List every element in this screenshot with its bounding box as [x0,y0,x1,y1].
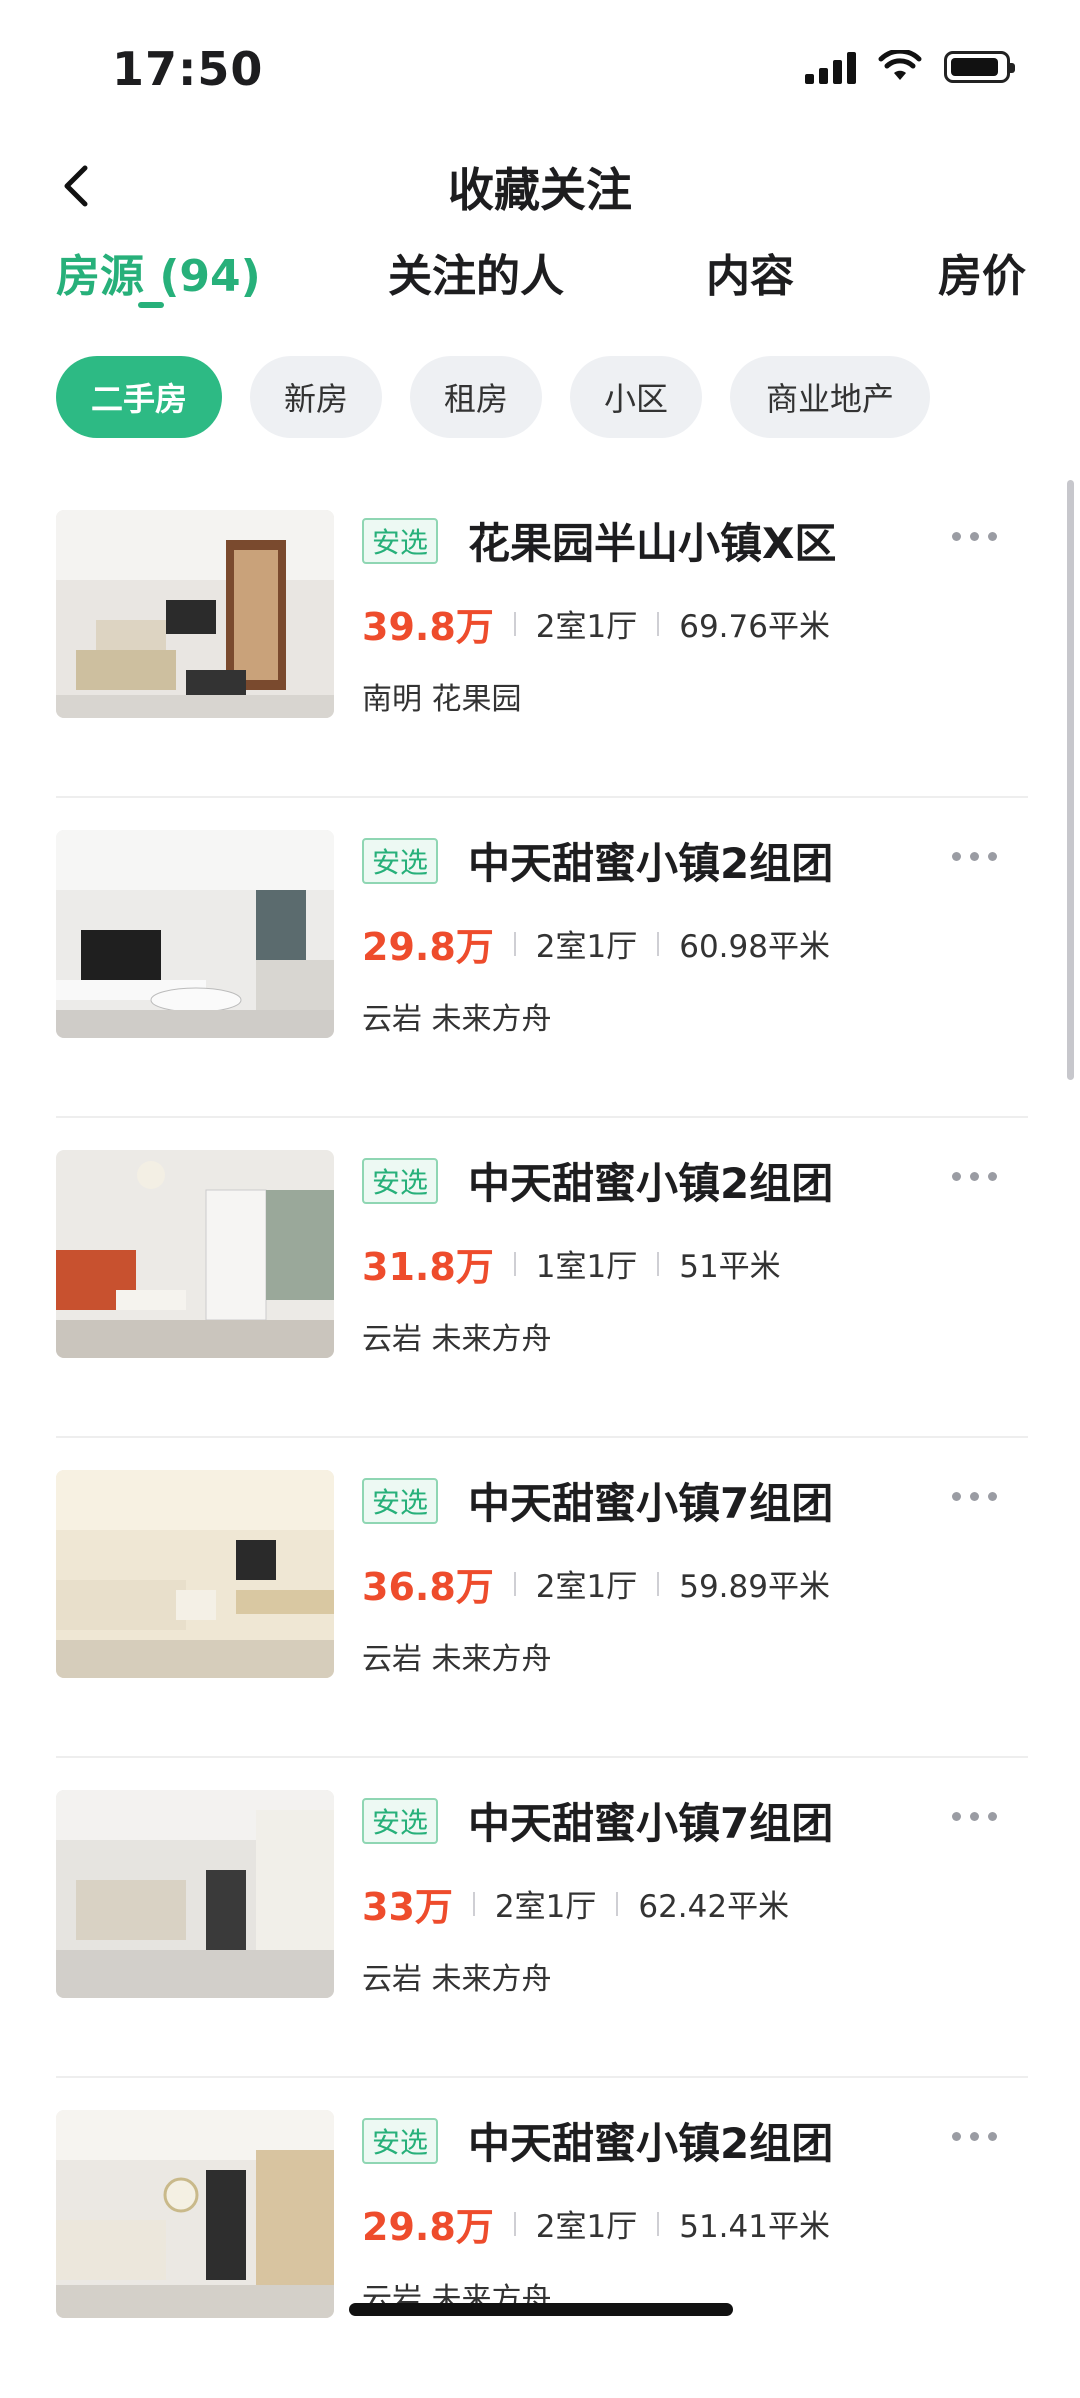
listing-layout: 2室1厅 [535,609,638,645]
nav-bar: 收藏关注 [0,140,1080,230]
divider [513,1251,516,1276]
listing-area: 69.76平米 [679,609,830,645]
listing-layout: 2室1厅 [535,929,638,965]
more-icon[interactable] [952,1486,1006,1506]
more-icon[interactable] [952,846,1006,866]
listing-location: 云岩 未来方舟 [362,1322,552,1357]
listing-list: 安选 花果园半山小镇Ⅹ区 39.8万 2室1厅 69.76平米 南明 花果园 安… [56,478,1028,2398]
listing-photo [56,510,334,718]
listing-item[interactable]: 安选 中天甜蜜小镇7组团 33万 2室1厅 62.42平米 云岩 未来方舟 [56,1758,1028,2078]
listing-price: 39.8万 [362,605,494,649]
verified-badge: 安选 [362,518,439,564]
status-time: 17:50 [112,42,264,96]
listing-title: 中天甜蜜小镇7组团 [468,1799,834,1848]
listing-photo [56,830,334,1038]
tab-house-price[interactable]: 房价 [938,240,1026,304]
verified-badge: 安选 [362,1478,439,1524]
tab-following-people[interactable]: 关注的人 [388,240,564,304]
listing-price: 31.8万 [362,1245,494,1289]
listing-layout: 2室1厅 [535,2209,638,2245]
divider [513,611,516,636]
listing-price: 33万 [362,1885,453,1929]
listing-title: 中天甜蜜小镇2组团 [468,839,834,888]
listing-price: 29.8万 [362,2205,494,2249]
listing-location: 南明 花果园 [362,682,522,717]
divider [513,931,516,956]
listing-area: 60.98平米 [679,929,830,965]
wifi-icon [878,50,922,80]
divider [472,1891,475,1916]
tab-indicator [138,302,164,308]
page-title: 收藏关注 [448,163,632,217]
divider [616,1891,619,1916]
listing-item[interactable]: 安选 花果园半山小镇Ⅹ区 39.8万 2室1厅 69.76平米 南明 花果园 [56,478,1028,798]
listing-area: 59.89平米 [679,1569,830,1605]
chip-new-homes[interactable]: 新房 [250,356,382,438]
divider [657,2211,660,2236]
more-icon[interactable] [952,1166,1006,1186]
listing-photo [56,1470,334,1678]
divider [513,1571,516,1596]
listing-item[interactable]: 安选 中天甜蜜小镇7组团 36.8万 2室1厅 59.89平米 云岩 未来方舟 [56,1438,1028,1758]
filter-chips: 二手房 新房 租房 小区 商业地产 [56,356,930,438]
home-indicator[interactable] [349,2303,733,2316]
listing-price: 29.8万 [362,925,494,969]
listing-title: 中天甜蜜小镇7组团 [468,1479,834,1528]
signal-icon [805,50,856,84]
status-icons [805,50,1015,84]
scrollbar[interactable] [1067,480,1074,1080]
chip-communities[interactable]: 小区 [570,356,702,438]
tab-listings[interactable]: 房源 (94) [56,240,261,304]
verified-badge: 安选 [362,1798,439,1844]
divider [657,611,660,636]
chip-second-hand[interactable]: 二手房 [56,356,222,438]
divider [513,2211,516,2236]
listing-meta: 29.8万 2室1厅 51.41平米 [362,2196,830,2251]
listing-layout: 2室1厅 [535,1569,638,1605]
listing-meta: 29.8万 2室1厅 60.98平米 [362,916,830,971]
verified-badge: 安选 [362,1158,439,1204]
listing-meta: 31.8万 1室1厅 51平米 [362,1236,781,1291]
listing-meta: 33万 2室1厅 62.42平米 [362,1876,789,1931]
more-icon[interactable] [952,1806,1006,1826]
listing-location: 云岩 未来方舟 [362,1002,552,1037]
listing-area: 62.42平米 [638,1889,790,1925]
listing-title: 中天甜蜜小镇2组团 [468,1159,834,1208]
divider [657,1251,660,1276]
listing-layout: 2室1厅 [494,1889,597,1925]
listing-item[interactable]: 安选 中天甜蜜小镇2组团 31.8万 1室1厅 51平米 云岩 未来方舟 [56,1118,1028,1438]
divider [657,1571,660,1596]
listing-title: 花果园半山小镇Ⅹ区 [468,519,837,568]
divider [657,931,660,956]
more-icon[interactable] [952,2126,1006,2146]
listing-layout: 1室1厅 [535,1249,638,1285]
chip-commercial[interactable]: 商业地产 [730,356,930,438]
tab-content[interactable]: 内容 [706,240,794,304]
status-bar: 17:50 [0,0,1080,130]
listing-title: 中天甜蜜小镇2组团 [468,2119,834,2168]
verified-badge: 安选 [362,2118,439,2164]
chip-rentals[interactable]: 租房 [410,356,542,438]
listing-photo [56,1150,334,1358]
more-icon[interactable] [952,526,1006,546]
verified-badge: 安选 [362,838,439,884]
tab-bar: 房源 (94) 关注的人 内容 房价 [0,240,1080,330]
listing-meta: 36.8万 2室1厅 59.89平米 [362,1556,830,1611]
listing-photo [56,2110,334,2318]
listing-area: 51.41平米 [679,2209,830,2245]
listing-meta: 39.8万 2室1厅 69.76平米 [362,596,830,651]
listing-location: 云岩 未来方舟 [362,1962,552,1997]
listing-location: 云岩 未来方舟 [362,1642,552,1677]
listing-item[interactable]: 安选 中天甜蜜小镇2组团 29.8万 2室1厅 60.98平米 云岩 未来方舟 [56,798,1028,1118]
listing-photo [56,1790,334,1998]
listing-area: 51平米 [679,1249,781,1285]
listing-item[interactable]: 安选 中天甜蜜小镇2组团 29.8万 2室1厅 51.41平米 云岩 未来方舟 [56,2078,1028,2398]
listing-price: 36.8万 [362,1565,494,1609]
battery-icon [944,51,1015,83]
